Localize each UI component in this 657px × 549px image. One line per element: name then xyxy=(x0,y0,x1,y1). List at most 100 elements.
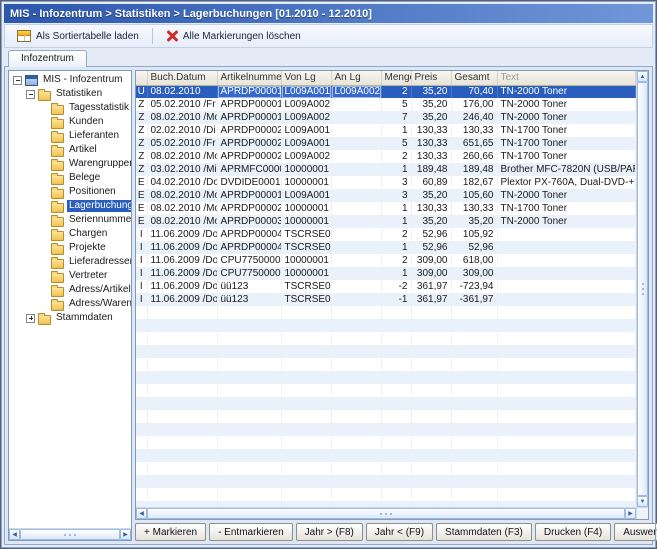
cell-preis[interactable]: 309,00 xyxy=(411,254,451,267)
column-header-gesamt[interactable]: Gesamt xyxy=(451,71,497,85)
cell-menge[interactable]: 1 xyxy=(381,124,411,137)
cell-marker[interactable]: Z xyxy=(136,163,147,176)
cell-an[interactable] xyxy=(331,124,381,137)
cell-gesamt[interactable]: 176,00 xyxy=(451,98,497,111)
cell-datum[interactable]: 11.06.2009 /Do xyxy=(147,254,217,267)
cell-menge[interactable]: 2 xyxy=(381,85,411,98)
cell-marker[interactable]: I xyxy=(136,254,147,267)
cell-artikel[interactable]: APRDP00001 xyxy=(217,98,281,111)
cell-artikel[interactable]: APRDP00004 xyxy=(217,241,281,254)
table-row[interactable]: I11.06.2009 /DoAPRDP00004TSCRSE02152,965… xyxy=(136,241,636,254)
tree-item-stammdaten[interactable]: Stammdaten xyxy=(10,311,130,325)
footer-button-0[interactable]: + Markieren xyxy=(135,523,206,541)
cell-text[interactable]: TN-1700 Toner xyxy=(497,124,636,137)
table-row[interactable]: Z08.02.2010 /MoAPRDP00001L009A002735,202… xyxy=(136,111,636,124)
cell-an[interactable] xyxy=(331,176,381,189)
cell-gesamt[interactable]: 246,40 xyxy=(451,111,497,124)
cell-artikel[interactable]: APRDP00002 xyxy=(217,124,281,137)
cell-von[interactable]: L009A001 xyxy=(281,124,331,137)
table-row[interactable]: I11.06.2009 /DoCPU77500007100000011309,0… xyxy=(136,267,636,280)
cell-gesamt[interactable]: 35,20 xyxy=(451,215,497,228)
cell-gesamt[interactable]: 70,40 xyxy=(451,85,497,98)
cell-menge[interactable]: 2 xyxy=(381,254,411,267)
cell-marker[interactable]: E xyxy=(136,215,147,228)
cell-preis[interactable]: 35,20 xyxy=(411,215,451,228)
cell-preis[interactable]: 309,00 xyxy=(411,267,451,280)
cell-preis[interactable]: 361,97 xyxy=(411,280,451,293)
cell-von[interactable]: TSCRSE02 xyxy=(281,241,331,254)
tree-item-artikel[interactable]: Artikel xyxy=(10,143,130,157)
tree-item-mis-infozentrum[interactable]: MIS - Infozentrum xyxy=(10,73,130,87)
cell-text[interactable]: TN-2000 Toner xyxy=(497,111,636,124)
tree-item-vertreter[interactable]: Vertreter xyxy=(10,269,130,283)
tree-item-lagerbuchungen[interactable]: Lagerbuchungen xyxy=(10,199,130,213)
cell-preis[interactable]: 35,20 xyxy=(411,111,451,124)
table-row[interactable]: Z05.02.2010 /FrAPRDP00001L009A002535,201… xyxy=(136,98,636,111)
cell-gesamt[interactable]: 105,60 xyxy=(451,189,497,202)
cell-von[interactable]: 10000001 xyxy=(281,254,331,267)
toolbar-button-1[interactable]: Alle Markierungen löschen xyxy=(158,26,309,46)
tree-item-adress-artikel[interactable]: Adress/Artikel xyxy=(10,283,130,297)
cell-text[interactable]: TN-2000 Toner xyxy=(497,85,636,98)
cell-marker[interactable]: E xyxy=(136,202,147,215)
cell-text[interactable] xyxy=(497,254,636,267)
column-header-von[interactable]: Von Lg xyxy=(281,71,331,85)
cell-artikel[interactable]: CPU77500007 xyxy=(217,267,281,280)
footer-button-4[interactable]: Stammdaten (F3) xyxy=(436,523,532,541)
scroll-left-icon[interactable]: ◀ xyxy=(9,529,20,540)
cell-marker[interactable]: I xyxy=(136,267,147,280)
cell-von[interactable]: 10000001 xyxy=(281,176,331,189)
cell-datum[interactable]: 08.02.2010 /Mo xyxy=(147,215,217,228)
cell-menge[interactable]: 1 xyxy=(381,215,411,228)
cell-an[interactable] xyxy=(331,202,381,215)
cell-von[interactable]: TSCRSE02 xyxy=(281,228,331,241)
cell-text[interactable] xyxy=(497,267,636,280)
toolbar-button-0[interactable]: Als Sortiertabelle laden xyxy=(9,26,147,46)
table-row[interactable]: E08.02.2010 /MoAPRDP0000310000001135,203… xyxy=(136,215,636,228)
cell-an[interactable] xyxy=(331,137,381,150)
cell-datum[interactable]: 04.02.2010 /Do xyxy=(147,176,217,189)
cell-menge[interactable]: 3 xyxy=(381,176,411,189)
tree-item-lieferadressen[interactable]: Lieferadressen xyxy=(10,255,130,269)
tree-item-tagesstatistik[interactable]: Tagesstatistik xyxy=(10,101,130,115)
cell-datum[interactable]: 05.02.2010 /Fr xyxy=(147,137,217,150)
cell-menge[interactable]: 1 xyxy=(381,267,411,280)
table-row[interactable]: E08.02.2010 /MoAPRDP00002100000011130,33… xyxy=(136,202,636,215)
cell-preis[interactable]: 35,20 xyxy=(411,98,451,111)
tree-item-warengruppen[interactable]: Warengruppen xyxy=(10,157,130,171)
cell-text[interactable]: Brother MFC-7820N (USB/PAR/LAN, Scannen,… xyxy=(497,163,636,176)
column-header-preis[interactable]: Preis xyxy=(411,71,451,85)
cell-an[interactable] xyxy=(331,293,381,306)
cell-artikel[interactable]: APRMFC00001 xyxy=(217,163,281,176)
cell-marker[interactable]: Z xyxy=(136,111,147,124)
table-row[interactable]: Z03.02.2010 /MiAPRMFC00001100000011189,4… xyxy=(136,163,636,176)
cell-von[interactable]: L009A002 xyxy=(281,98,331,111)
cell-an[interactable] xyxy=(331,267,381,280)
column-header-marker[interactable] xyxy=(136,71,147,85)
cell-preis[interactable]: 130,33 xyxy=(411,137,451,150)
cell-menge[interactable]: -2 xyxy=(381,280,411,293)
tree-item-projekte[interactable]: Projekte xyxy=(10,241,130,255)
collapse-icon[interactable] xyxy=(13,76,22,85)
cell-gesamt[interactable]: -723,94 xyxy=(451,280,497,293)
table-row[interactable]: E04.02.2010 /DoDVDIDE0001610000001360,89… xyxy=(136,176,636,189)
cell-von[interactable]: TSCRSE03 xyxy=(281,280,331,293)
scroll-left-icon[interactable]: ◀ xyxy=(136,508,147,519)
table-row[interactable]: I11.06.2009 /Doüü123TSCRSE03-1361,97-361… xyxy=(136,293,636,306)
tree-item-statistiken[interactable]: Statistiken xyxy=(10,87,130,101)
cell-artikel[interactable]: APRDP00002 xyxy=(217,150,281,163)
table-row[interactable]: I11.06.2009 /DoCPU77500007100000012309,0… xyxy=(136,254,636,267)
cell-artikel[interactable]: üü123 xyxy=(217,280,281,293)
cell-an[interactable] xyxy=(331,189,381,202)
footer-button-2[interactable]: Jahr > (F8) xyxy=(296,523,363,541)
cell-datum[interactable]: 08.02.2010 /Mo xyxy=(147,150,217,163)
cell-artikel[interactable]: üü123 xyxy=(217,293,281,306)
tree-item-belege[interactable]: Belege xyxy=(10,171,130,185)
cell-artikel[interactable]: APRDP00001 xyxy=(217,111,281,124)
cell-gesamt[interactable]: 130,33 xyxy=(451,202,497,215)
cell-datum[interactable]: 05.02.2010 /Fr xyxy=(147,98,217,111)
cell-datum[interactable]: 08.02.2010 xyxy=(147,85,217,98)
cell-marker[interactable]: E xyxy=(136,176,147,189)
cell-an[interactable] xyxy=(331,163,381,176)
cell-von[interactable]: L009A002 xyxy=(281,111,331,124)
